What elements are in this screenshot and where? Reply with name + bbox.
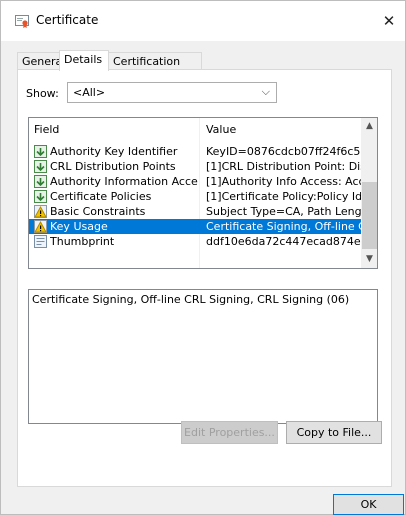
scrollbar-thumb[interactable] bbox=[362, 182, 377, 249]
cert-extension-icon bbox=[34, 160, 47, 173]
window-title: Certificate bbox=[36, 13, 99, 27]
tab-details[interactable]: Details bbox=[59, 50, 109, 71]
certificate-icon bbox=[15, 15, 29, 28]
show-dropdown[interactable]: <All> ⌵ bbox=[67, 82, 277, 103]
property-icon bbox=[34, 235, 47, 248]
scroll-down-icon[interactable]: ▼ bbox=[361, 251, 377, 268]
field-name: Thumbprint bbox=[50, 235, 115, 248]
field-value-textbox[interactable]: Certificate Signing, Off-line CRL Signin… bbox=[28, 289, 378, 424]
field-name: Key Usage bbox=[50, 220, 108, 233]
field-name: Certificate Policies bbox=[50, 190, 152, 203]
column-header-field[interactable]: Field bbox=[34, 118, 59, 142]
field-name: CRL Distribution Points bbox=[50, 160, 176, 173]
close-icon[interactable]: ✕ bbox=[376, 8, 402, 34]
cert-extension-icon bbox=[34, 175, 47, 188]
field-value-text: Certificate Signing, Off-line CRL Signin… bbox=[32, 293, 350, 306]
critical-extension-warning-icon bbox=[34, 205, 47, 218]
show-dropdown-value: <All> bbox=[73, 86, 106, 99]
tab-general[interactable]: General bbox=[17, 52, 65, 70]
field-value: [1]Authority Info Access: Acc... bbox=[206, 175, 361, 188]
field-name: Authority Key Identifier bbox=[50, 145, 178, 158]
details-panel: Show: <All> ⌵ Field Value Authority Key … bbox=[17, 69, 392, 487]
list-item-selected[interactable]: Key Usage Certificate Signing, Off-line … bbox=[29, 219, 361, 234]
title-bar[interactable]: Certificate ✕ bbox=[1, 1, 405, 41]
field-value: ddf10e6da72c447ecad874eb5... bbox=[206, 235, 361, 248]
field-value: KeyID=0876cdcb07ff24f6c5cd... bbox=[206, 145, 361, 158]
scroll-up-icon[interactable]: ▲ bbox=[361, 118, 377, 135]
cert-extension-icon bbox=[34, 145, 47, 158]
show-label: Show: bbox=[26, 87, 59, 100]
fields-list[interactable]: Field Value Authority Key Identifier Key… bbox=[28, 117, 378, 269]
column-header-value[interactable]: Value bbox=[206, 118, 236, 142]
field-value: Subject Type=CA, Path Lengt... bbox=[206, 205, 361, 218]
list-item[interactable]: Certificate Policies [1]Certificate Poli… bbox=[29, 189, 361, 204]
field-value: [1]CRL Distribution Point: Distr... bbox=[206, 160, 361, 173]
vertical-scrollbar[interactable]: ▲ ▼ bbox=[361, 118, 377, 268]
cert-extension-icon bbox=[34, 190, 47, 203]
list-item[interactable]: Authority Information Access [1]Authorit… bbox=[29, 174, 361, 189]
field-value: Certificate Signing, Off-line CR... bbox=[206, 220, 361, 233]
ok-button[interactable]: OK bbox=[333, 494, 404, 515]
list-item[interactable]: Thumbprint ddf10e6da72c447ecad874eb5... bbox=[29, 234, 361, 249]
list-item[interactable]: Authority Key Identifier KeyID=0876cdcb0… bbox=[29, 144, 361, 159]
field-value: [1]Certificate Policy:Policy Ide... bbox=[206, 190, 361, 203]
chevron-down-icon: ⌵ bbox=[261, 85, 270, 98]
certificate-window: Certificate ✕ General Details Certificat… bbox=[0, 0, 406, 515]
copy-to-file-button[interactable]: Copy to File... bbox=[286, 421, 382, 444]
tab-certification-path[interactable]: Certification Path bbox=[108, 52, 202, 86]
edit-properties-button[interactable]: Edit Properties... bbox=[181, 421, 278, 444]
list-item[interactable]: Basic Constraints Subject Type=CA, Path … bbox=[29, 204, 361, 219]
list-item[interactable]: CRL Distribution Points [1]CRL Distribut… bbox=[29, 159, 361, 174]
field-name: Authority Information Access bbox=[50, 175, 198, 188]
field-name: Basic Constraints bbox=[50, 205, 146, 218]
critical-extension-warning-icon bbox=[34, 220, 47, 233]
